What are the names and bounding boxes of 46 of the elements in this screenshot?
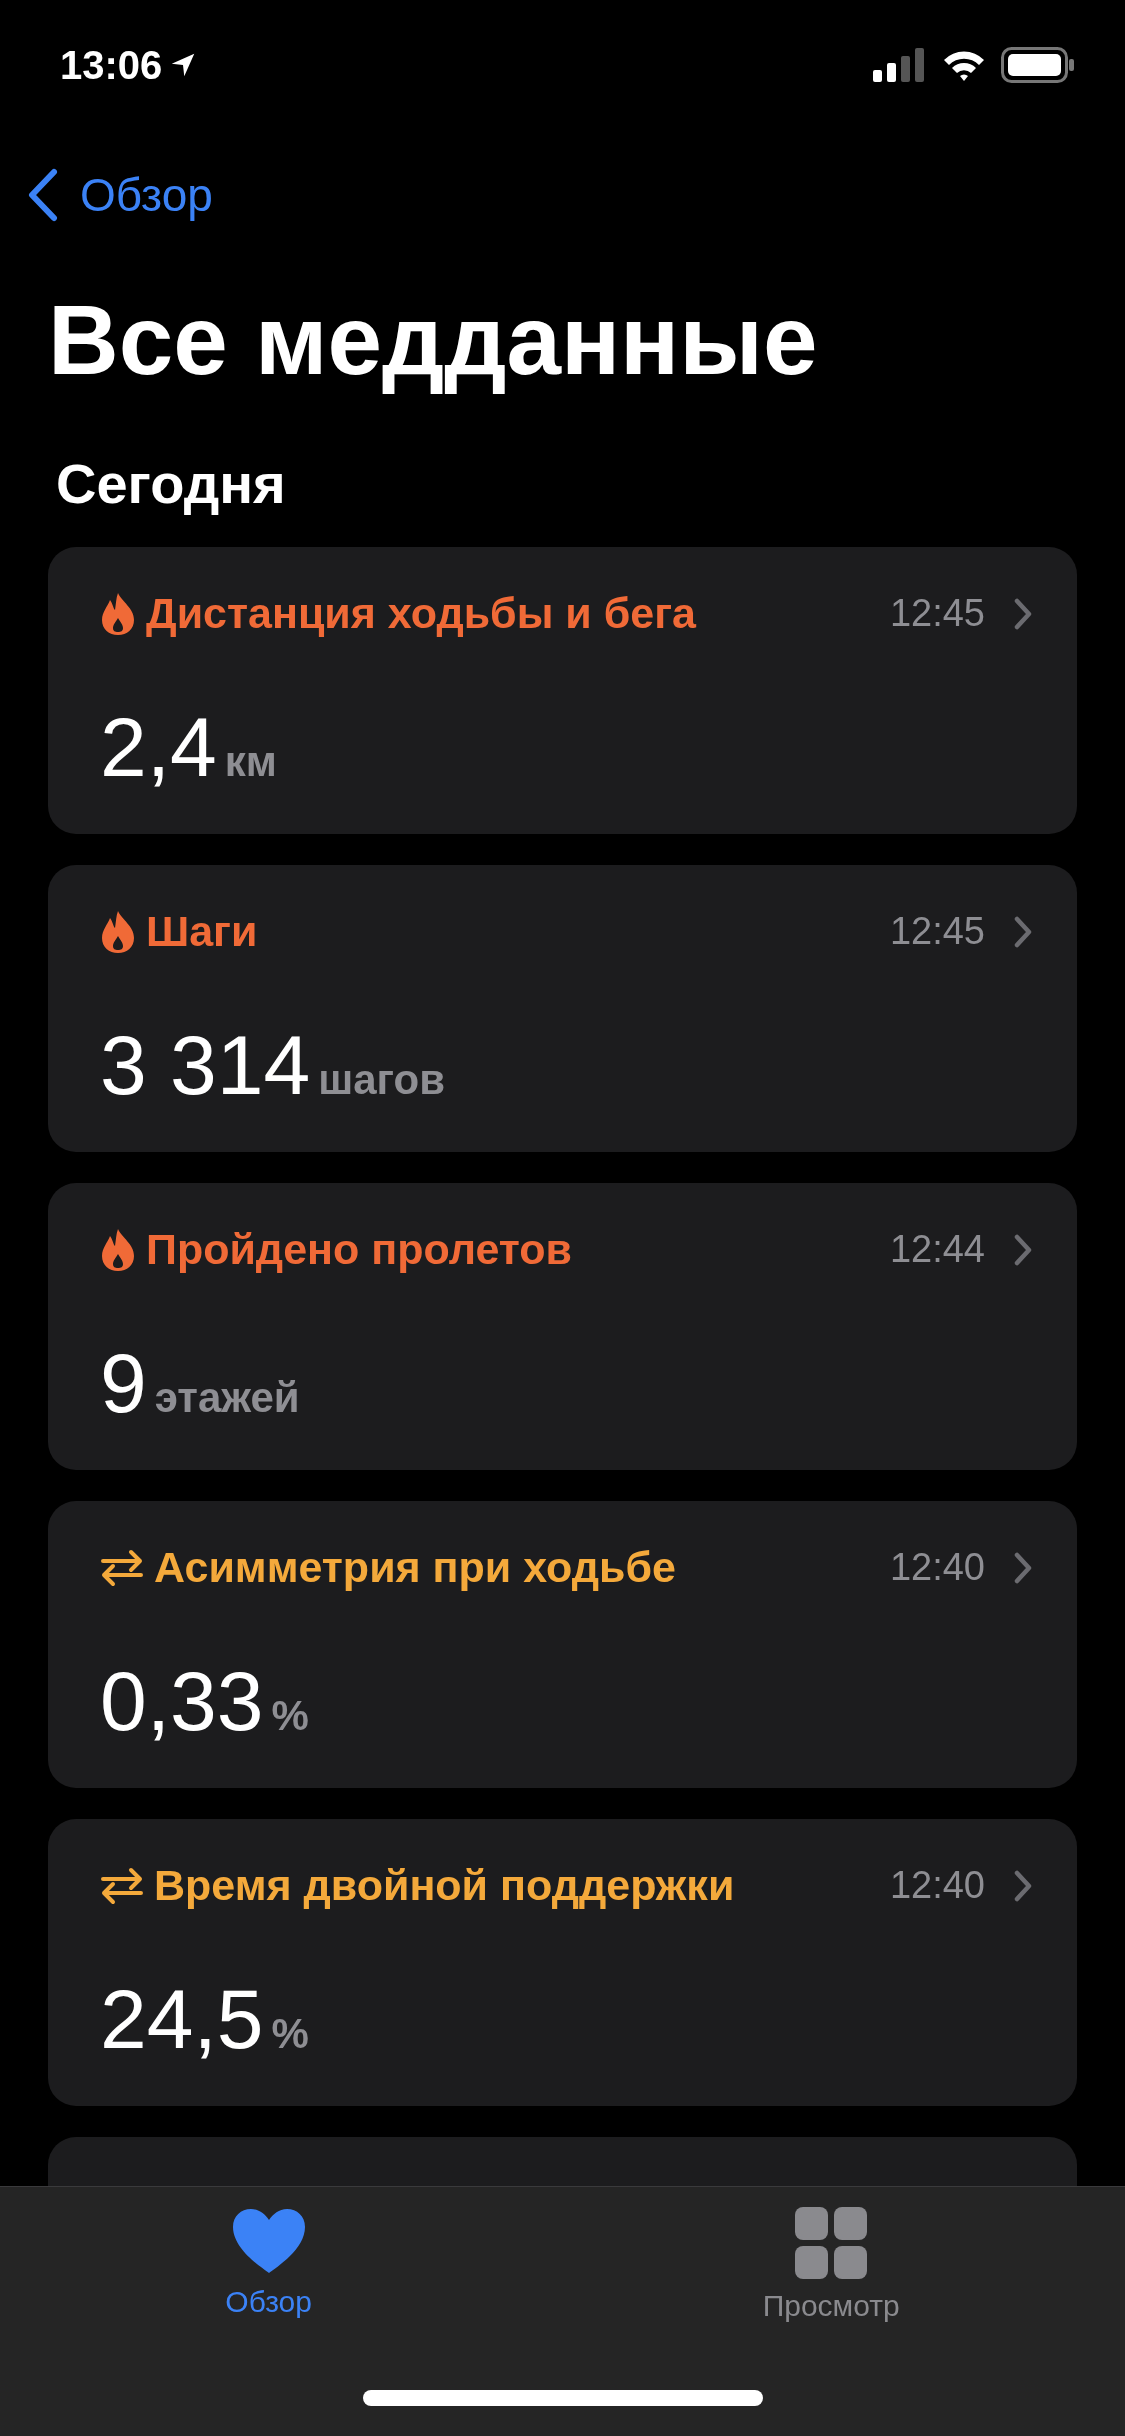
metric-time: 12:45 — [889, 592, 985, 636]
signal-icon — [873, 48, 927, 82]
flame-icon — [100, 591, 136, 636]
metric-title: Асимметрия при ходьбе — [154, 1543, 677, 1593]
metric-value: 3 314 — [100, 1016, 311, 1114]
chevron-icon — [1013, 1232, 1033, 1267]
flame-icon — [100, 909, 136, 954]
metric-card[interactable]: Шаги 12:45 3 314 шагов — [48, 864, 1077, 1152]
metric-unit: % — [271, 1691, 309, 1740]
chevron-left-icon — [26, 168, 60, 222]
metric-title: Дистанция ходьбы и бега — [146, 589, 698, 639]
metric-unit: км — [224, 737, 277, 786]
status-time: 13:06 — [60, 42, 163, 88]
flame-icon — [100, 1227, 136, 1272]
battery-icon — [1001, 47, 1075, 83]
metric-unit: % — [271, 2009, 309, 2058]
chevron-icon — [1013, 1550, 1033, 1585]
metric-value: 24,5 — [100, 1970, 264, 2068]
metric-title: Пройдено пролетов — [146, 1225, 573, 1275]
tab[interactable]: Просмотр — [762, 2207, 900, 2323]
metric-unit: шагов — [318, 1055, 445, 1104]
section-title: Сегодня — [56, 450, 287, 517]
opposing-arrows-icon — [100, 1865, 144, 1906]
metric-time: 12:44 — [889, 1228, 985, 1272]
metric-card[interactable]: Асимметрия при ходьбе 12:40 0,33% — [48, 1500, 1077, 1788]
chevron-icon — [1013, 1868, 1033, 1903]
metric-value: 9 — [100, 1334, 147, 1432]
metric-unit: этажей — [154, 1373, 300, 1422]
metric-card[interactable]: Время двойной поддержки 12:40 24,5% — [48, 1818, 1077, 2106]
metric-card[interactable]: Дистанция ходьбы и бега 12:45 2,4 км — [48, 546, 1077, 834]
grid-icon — [795, 2207, 868, 2279]
metric-title: Шаги — [146, 907, 259, 957]
metric-card[interactable]: Пройдено пролетов 12:44 9 этажей — [48, 1182, 1077, 1470]
chevron-icon — [1013, 914, 1033, 949]
metric-value: 2,4 — [100, 698, 217, 796]
back-link[interactable]: Обзор — [26, 168, 213, 222]
metric-title: Время двойной поддержки — [154, 1861, 736, 1911]
metric-time: 12:40 — [889, 1864, 985, 1908]
opposing-arrows-icon — [100, 1547, 144, 1588]
metric-value: 0,33 — [100, 1652, 264, 1750]
metric-time: 12:45 — [889, 910, 985, 954]
tab[interactable]: Обзор — [225, 2207, 312, 2319]
heart-icon — [230, 2207, 307, 2275]
page-title: Все медданные — [48, 284, 819, 397]
chevron-icon — [1013, 596, 1033, 631]
metric-time: 12:40 — [889, 1546, 985, 1590]
